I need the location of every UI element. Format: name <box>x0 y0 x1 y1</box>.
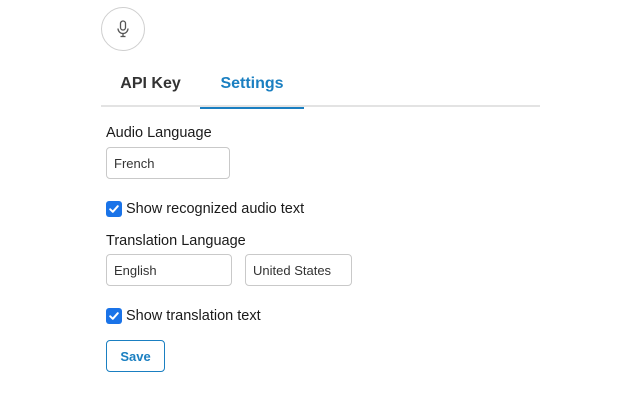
show-translation-label: Show translation text <box>126 308 261 324</box>
tab-api-key[interactable]: API Key <box>101 60 200 107</box>
show-recognized-checkbox[interactable] <box>106 201 122 217</box>
show-recognized-row: Show recognized audio text <box>106 199 304 219</box>
tab-settings[interactable]: Settings <box>200 60 304 109</box>
checkmark-icon <box>109 312 119 320</box>
tab-bar: API Key Settings <box>101 60 540 109</box>
checkmark-icon <box>109 205 119 213</box>
translation-language-label: Translation Language <box>106 233 246 249</box>
save-button[interactable]: Save <box>106 340 165 372</box>
translation-region-input[interactable] <box>245 254 352 286</box>
microphone-icon <box>117 20 129 38</box>
show-translation-row: Show translation text <box>106 306 261 326</box>
microphone-button[interactable] <box>101 7 145 51</box>
audio-language-input[interactable] <box>106 147 230 179</box>
show-translation-checkbox[interactable] <box>106 308 122 324</box>
translation-language-input[interactable] <box>106 254 232 286</box>
audio-language-label: Audio Language <box>106 125 212 141</box>
settings-page: API Key Settings Audio Language Show rec… <box>0 0 640 400</box>
show-recognized-label: Show recognized audio text <box>126 201 305 217</box>
